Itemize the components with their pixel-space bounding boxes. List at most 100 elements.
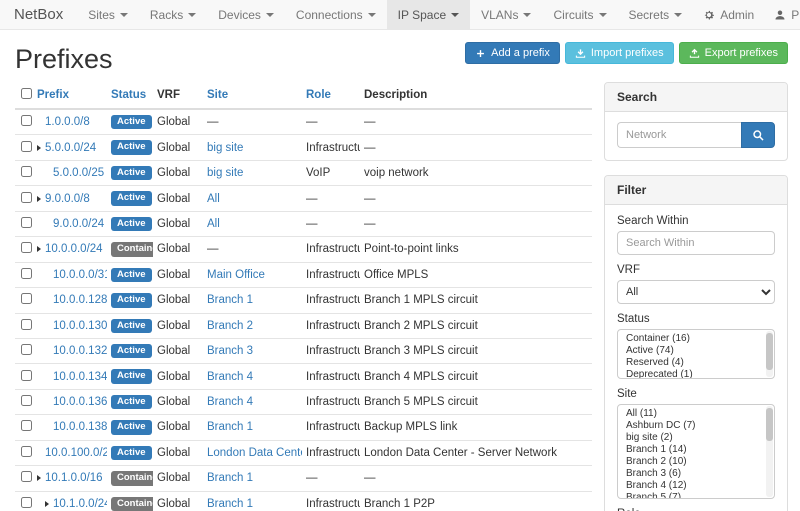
filter-option[interactable]: Deprecated (1) xyxy=(618,369,774,379)
vrf-select[interactable]: All xyxy=(617,280,775,304)
row-checkbox[interactable] xyxy=(21,370,32,381)
prefix-link[interactable]: 10.0.0.138/31 xyxy=(53,421,107,433)
row-checkbox[interactable] xyxy=(21,115,32,126)
site-link[interactable]: Branch 1 xyxy=(207,421,253,433)
scrollbar[interactable] xyxy=(766,331,773,377)
prefix-link[interactable]: 10.0.0.132/31 xyxy=(53,345,107,357)
prefix-link[interactable]: 1.0.0.0/8 xyxy=(45,116,90,128)
filter-option[interactable]: Branch 2 (10) xyxy=(618,456,774,468)
search-within-input[interactable] xyxy=(617,231,775,255)
status-listbox[interactable]: Container (16)Active (74)Reserved (4)Dep… xyxy=(617,329,775,379)
filter-option[interactable]: Branch 5 (7) xyxy=(618,492,774,499)
site-link[interactable]: All xyxy=(207,193,220,205)
prefix-link[interactable]: 10.0.0.0/24 xyxy=(45,243,103,255)
prefix-link[interactable]: 10.0.0.0/31 xyxy=(53,269,107,281)
prefix-link[interactable]: 9.0.0.0/24 xyxy=(53,218,104,230)
row-checkbox[interactable] xyxy=(21,471,32,482)
prefix-link[interactable]: 10.0.0.130/31 xyxy=(53,320,107,332)
site-link[interactable]: Branch 1 xyxy=(207,472,253,484)
row-checkbox[interactable] xyxy=(21,166,32,177)
column-header[interactable]: Role xyxy=(302,82,360,109)
row-checkbox[interactable] xyxy=(21,268,32,279)
prefix-link[interactable]: 5.0.0.0/25 xyxy=(53,167,104,179)
filter-option[interactable]: Branch 4 (12) xyxy=(618,480,774,492)
admin-link[interactable]: Admin xyxy=(693,0,764,29)
nav-item[interactable]: Secrets xyxy=(618,0,694,29)
expand-arrow-icon xyxy=(37,196,41,202)
nav-item[interactable]: Connections xyxy=(285,0,387,29)
column-header[interactable]: Prefix xyxy=(33,82,107,109)
description-value: Branch 2 MPLS circuit xyxy=(364,320,478,332)
filter-option[interactable]: All (11) xyxy=(618,408,774,420)
site-link[interactable]: big site xyxy=(207,142,243,154)
filter-option[interactable]: big site (2) xyxy=(618,432,774,444)
scrollbar[interactable] xyxy=(766,406,773,497)
add-prefix-button[interactable]: Add a prefix xyxy=(465,42,560,64)
prefix-link[interactable]: 10.0.100.0/24 xyxy=(45,447,107,459)
site-link[interactable]: Branch 1 xyxy=(207,498,253,510)
column-header[interactable]: Status xyxy=(107,82,153,109)
site-link[interactable]: Main Office xyxy=(207,269,265,281)
row-checkbox[interactable] xyxy=(21,141,32,152)
row-checkbox[interactable] xyxy=(21,293,32,304)
export-prefixes-label: Export prefixes xyxy=(705,47,778,59)
row-checkbox[interactable] xyxy=(21,446,32,457)
site-link[interactable]: Branch 4 xyxy=(207,371,253,383)
nav-item[interactable]: VLANs xyxy=(470,0,542,29)
site-link[interactable]: Branch 2 xyxy=(207,320,253,332)
site-link[interactable]: — xyxy=(207,243,219,255)
nav-item-label: Connections xyxy=(296,8,363,22)
prefix-link[interactable]: 5.0.0.0/24 xyxy=(45,142,96,154)
chevron-down-icon xyxy=(368,13,376,17)
nav-item[interactable]: Racks xyxy=(139,0,207,29)
nav-item[interactable]: Sites xyxy=(77,0,139,29)
site-link[interactable]: big site xyxy=(207,167,243,179)
profile-label: Profile xyxy=(791,8,800,22)
search-button[interactable] xyxy=(741,122,775,148)
import-prefixes-button[interactable]: Import prefixes xyxy=(565,42,674,64)
tree-indent xyxy=(37,429,45,430)
site-link[interactable]: London Data Center xyxy=(207,447,302,459)
status-badge: Active xyxy=(111,344,152,358)
filter-option[interactable]: Branch 3 (6) xyxy=(618,468,774,480)
row-checkbox[interactable] xyxy=(21,497,32,508)
prefix-link[interactable]: 10.0.0.136/31 xyxy=(53,396,107,408)
filter-option[interactable]: Branch 1 (14) xyxy=(618,444,774,456)
filter-option[interactable]: Ashburn DC (7) xyxy=(618,420,774,432)
site-link[interactable]: Branch 1 xyxy=(207,294,253,306)
site-link[interactable]: — xyxy=(207,116,219,128)
brand-logo[interactable]: NetBox xyxy=(14,0,63,29)
table-row: 10.0.0.132/31 Active Global Branch 3 Inf… xyxy=(15,338,592,363)
row-checkbox[interactable] xyxy=(21,420,32,431)
prefix-link[interactable]: 9.0.0.0/8 xyxy=(45,193,90,205)
nav-item[interactable]: IP Space xyxy=(387,0,470,29)
prefix-link[interactable]: 10.0.0.134/31 xyxy=(53,371,107,383)
filter-option[interactable]: Container (16) xyxy=(618,333,774,345)
site-listbox[interactable]: All (11)Ashburn DC (7)big site (2)Branch… xyxy=(617,404,775,499)
site-link[interactable]: All xyxy=(207,218,220,230)
prefix-link[interactable]: 10.1.0.0/16 xyxy=(45,472,103,484)
filter-option[interactable]: Active (74) xyxy=(618,345,774,357)
row-checkbox[interactable] xyxy=(21,192,32,203)
tree-indent xyxy=(37,353,45,354)
row-checkbox[interactable] xyxy=(21,319,32,330)
expand-arrow-icon xyxy=(37,246,41,252)
row-checkbox[interactable] xyxy=(21,344,32,355)
table-row: 9.0.0.0/24 Active Global All — — xyxy=(15,211,592,236)
row-checkbox[interactable] xyxy=(21,242,32,253)
row-checkbox[interactable] xyxy=(21,217,32,228)
row-checkbox[interactable] xyxy=(21,395,32,406)
nav-item[interactable]: Circuits xyxy=(542,0,617,29)
search-input[interactable] xyxy=(617,122,741,148)
description-value: Point-to-point links xyxy=(364,243,459,255)
site-link[interactable]: Branch 3 xyxy=(207,345,253,357)
column-header[interactable]: Site xyxy=(203,82,302,109)
prefix-link[interactable]: 10.0.0.128/31 xyxy=(53,294,107,306)
nav-item[interactable]: Devices xyxy=(207,0,285,29)
site-link[interactable]: Branch 4 xyxy=(207,396,253,408)
export-prefixes-button[interactable]: Export prefixes xyxy=(679,42,788,64)
filter-option[interactable]: Reserved (4) xyxy=(618,357,774,369)
select-all-checkbox[interactable] xyxy=(21,88,32,99)
prefix-link[interactable]: 10.1.0.0/24 xyxy=(53,498,107,510)
profile-link[interactable]: Profile xyxy=(764,0,800,29)
